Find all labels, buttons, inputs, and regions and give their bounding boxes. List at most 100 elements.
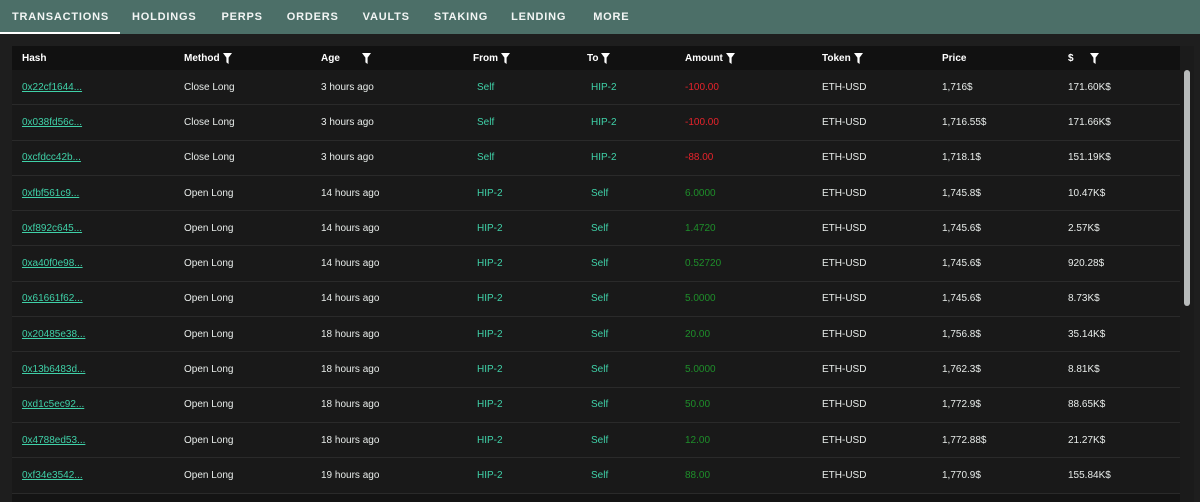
table-row[interactable]: 0x4788ed53... Open Long 18 hours ago HIP-2 S… (12, 422, 1180, 459)
table-row[interactable]: 0x20485e38... Open Long 18 hours ago HIP-2 S… (12, 317, 1180, 353)
cell-amount: 6.0000 (685, 187, 716, 199)
cell-usd: 155.84K$ (1068, 469, 1111, 481)
cell-to: Self (591, 469, 609, 481)
cell-hash[interactable]: 0x13b6483d... (22, 352, 85, 386)
table-row[interactable]: 0x22cf1644... Close Long 3 hours ago Self HI… (12, 70, 1180, 106)
cell-price: 1,772.9$ (942, 399, 981, 411)
column-header-to[interactable]: To (587, 46, 611, 70)
cell-from: HIP-2 (477, 469, 503, 481)
cell-price: 1,745.8$ (942, 187, 981, 199)
cell-hash[interactable]: 0x61661f62... (22, 282, 83, 316)
cell-hash[interactable]: 0xcfdcc42b... (22, 141, 81, 175)
cell-amount: -100.00 (685, 81, 719, 93)
tab-bar: TRANSACTIONS HOLDINGS PERPS ORDERS VAULT… (0, 0, 1200, 34)
cell-hash[interactable]: 0x4788ed53... (22, 423, 85, 457)
cell-token: ETH-USD (822, 328, 867, 340)
filter-funnel-icon[interactable] (361, 52, 371, 64)
table-row[interactable]: 0x61661f62... Open Long 14 hours ago HIP-2 S… (12, 281, 1180, 318)
cell-usd: 10.47K$ (1068, 187, 1106, 199)
cell-from: HIP-2 (477, 399, 503, 411)
tab-staking[interactable]: STAKING (422, 0, 500, 34)
vertical-scrollbar[interactable] (1180, 46, 1194, 502)
cell-price: 1,745.6$ (942, 258, 981, 270)
cell-price: 1,772.88$ (942, 434, 987, 446)
column-header-hash[interactable]: Hash (22, 46, 46, 70)
cell-to: Self (591, 399, 609, 411)
cell-to: Self (591, 293, 609, 305)
tab-vaults[interactable]: VAULTS (351, 0, 422, 34)
scrollbar-thumb[interactable] (1184, 70, 1190, 306)
cell-method: Open Long (184, 399, 234, 411)
column-header-method[interactable]: Method (184, 46, 232, 70)
cell-hash[interactable]: 0xf892c645... (22, 211, 82, 245)
table-row[interactable]: 0xfbf561c9... Open Long 14 hours ago HIP-2 S… (12, 175, 1180, 212)
filter-funnel-icon[interactable] (853, 52, 863, 64)
cell-token: ETH-USD (822, 399, 867, 411)
cell-token: ETH-USD (822, 81, 867, 93)
column-header-usd[interactable]: $ (1068, 46, 1099, 70)
tab-lending[interactable]: LENDING (500, 0, 578, 34)
cell-age: 3 hours ago (321, 152, 374, 164)
cell-method: Close Long (184, 116, 235, 128)
table-row[interactable]: 0xf892c645... Open Long 14 hours ago HIP-2 S… (12, 211, 1180, 247)
filter-funnel-icon[interactable] (222, 52, 232, 64)
column-header-amount[interactable]: Amount (685, 46, 735, 70)
cell-hash[interactable]: 0x20485e38... (22, 317, 85, 351)
table-row[interactable]: 0x13b6483d... Open Long 18 hours ago HIP-2 S… (12, 352, 1180, 388)
column-header-price[interactable]: Price (942, 46, 966, 70)
cell-usd: 171.66K$ (1068, 116, 1111, 128)
column-header-label: Amount (685, 52, 723, 64)
filter-funnel-icon[interactable] (601, 52, 611, 64)
filter-funnel-icon[interactable] (725, 52, 735, 64)
column-header-label: Price (942, 52, 967, 64)
cell-method: Open Long (184, 187, 234, 199)
table-row[interactable]: 0xcfdcc42b... Close Long 3 hours ago Self HI… (12, 140, 1180, 176)
column-header-label: Hash (22, 52, 47, 64)
cell-hash[interactable]: 0x038fd56c... (22, 105, 82, 139)
cell-hash[interactable]: 0xd1c5ec92... (22, 388, 84, 422)
cell-amount: 0.52720 (685, 258, 722, 270)
cell-usd: 21.27K$ (1068, 434, 1106, 446)
cell-to: HIP-2 (591, 81, 617, 93)
cell-to: Self (591, 434, 609, 446)
cell-to: Self (591, 328, 609, 340)
cell-token: ETH-USD (822, 222, 867, 234)
filter-funnel-icon[interactable] (501, 52, 510, 64)
tab-orders[interactable]: ORDERS (275, 0, 351, 34)
cell-token: ETH-USD (822, 364, 867, 376)
cell-to: HIP-2 (591, 116, 617, 128)
transactions-table: Hash Method Age From To Amount Token Price $ 0x2… (12, 46, 1194, 502)
tab-perps[interactable]: PERPS (207, 0, 274, 34)
cell-hash[interactable]: 0x22cf1644... (22, 70, 82, 104)
filter-funnel-icon[interactable] (1089, 52, 1099, 64)
cell-from: HIP-2 (477, 364, 503, 376)
column-header-label: To (587, 52, 599, 64)
cell-method: Open Long (184, 328, 234, 340)
cell-price: 1,762.3$ (942, 364, 981, 376)
column-header-token[interactable]: Token (822, 46, 863, 70)
cell-price: 1,716.55$ (942, 116, 987, 128)
table-row[interactable]: 0xd1c5ec92... Open Long 18 hours ago HIP-2 S… (12, 387, 1180, 423)
cell-method: Open Long (184, 258, 234, 270)
cell-from: HIP-2 (477, 434, 503, 446)
tab-holdings[interactable]: HOLDINGS (120, 0, 207, 34)
cell-usd: 88.65K$ (1068, 399, 1106, 411)
column-header-age[interactable]: Age (321, 46, 371, 70)
cell-token: ETH-USD (822, 187, 867, 199)
cell-price: 1,756.8$ (942, 328, 981, 340)
cell-hash[interactable]: 0xf34e3542... (22, 458, 83, 492)
tab-more[interactable]: MORE (578, 0, 641, 34)
cell-hash[interactable]: 0xa40f0e98... (22, 246, 83, 280)
cell-usd: 8.81K$ (1068, 364, 1100, 376)
table-header: Hash Method Age From To Amount Token Price $ (12, 46, 1180, 70)
cell-from: HIP-2 (477, 222, 503, 234)
column-header-label: Token (822, 52, 851, 64)
tab-transactions[interactable]: TRANSACTIONS (0, 0, 120, 34)
column-header-from[interactable]: From (473, 46, 510, 70)
cell-price: 1,716$ (942, 81, 973, 93)
table-row[interactable]: 0xf34e3542... Open Long 19 hours ago HIP-2 S… (12, 458, 1180, 494)
table-row[interactable]: 0xa40f0e98... Open Long 14 hours ago HIP-2 S… (12, 246, 1180, 282)
table-row[interactable]: 0x038fd56c... Close Long 3 hours ago Self HI… (12, 105, 1180, 141)
cell-to: Self (591, 187, 609, 199)
cell-hash[interactable]: 0xfbf561c9... (22, 176, 79, 210)
